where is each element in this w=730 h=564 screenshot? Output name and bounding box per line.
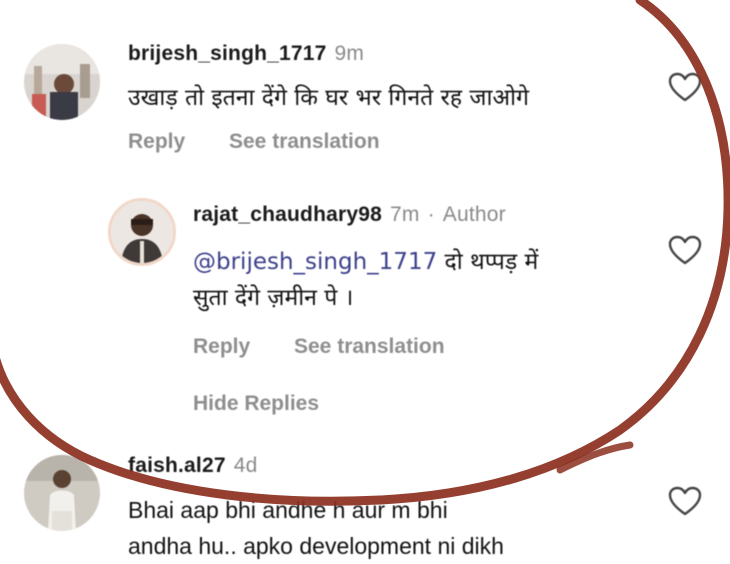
see-translation-button[interactable]: See translation <box>294 335 445 359</box>
avatar-image <box>111 201 173 263</box>
hide-replies-button[interactable]: Hide Replies <box>193 392 319 416</box>
like-heart-icon[interactable] <box>668 72 702 102</box>
comment-text-line2: andha hu.. apko development ni dikh <box>128 533 504 559</box>
comment-time: 4d <box>233 454 258 477</box>
comment-text: Bhai aap bhi andhe h aur m bhi andha hu.… <box>128 492 504 564</box>
avatar-image <box>24 455 100 531</box>
comment-username[interactable]: brijesh_singh_1717 9m <box>128 42 364 66</box>
avatar-brijesh[interactable] <box>24 44 100 120</box>
mention-link[interactable]: @brijesh_singh_1717 <box>193 249 437 275</box>
see-translation-button[interactable]: See translation <box>229 130 380 154</box>
comment-time: 9m <box>334 42 365 65</box>
comment-text: उखाड़ तो इतना देंगे कि घर भर गिनते रह जा… <box>128 85 529 111</box>
username-text[interactable]: brijesh_singh_1717 <box>128 42 327 65</box>
reply-time: 7m <box>390 203 420 226</box>
comment-text-line1: Bhai aap bhi andhe h aur m bhi <box>128 497 448 523</box>
reply-text: @brijesh_singh_1717 दो थप्पड़ में सुता द… <box>193 244 633 316</box>
like-heart-icon[interactable] <box>668 235 702 265</box>
username-text[interactable]: rajat_chaudhary98 <box>193 203 382 226</box>
like-heart-icon[interactable] <box>668 486 702 516</box>
avatar-rajat[interactable] <box>108 198 176 266</box>
reply-text-line2: सुता देंगे ज़मीन पे । <box>193 285 354 311</box>
reply-username[interactable]: rajat_chaudhary98 7m · Author <box>193 203 506 227</box>
reply-button[interactable]: Reply <box>193 335 250 359</box>
avatar-image <box>24 44 100 120</box>
avatar-faish[interactable] <box>24 455 100 531</box>
reply-button[interactable]: Reply <box>128 130 185 154</box>
username-text[interactable]: faish.al27 <box>128 454 226 477</box>
comment-username[interactable]: faish.al27 4d <box>128 454 258 478</box>
author-badge: Author <box>442 203 506 226</box>
separator-dot: · <box>427 203 435 226</box>
reply-text-line1: दो थप्पड़ में <box>437 249 539 275</box>
